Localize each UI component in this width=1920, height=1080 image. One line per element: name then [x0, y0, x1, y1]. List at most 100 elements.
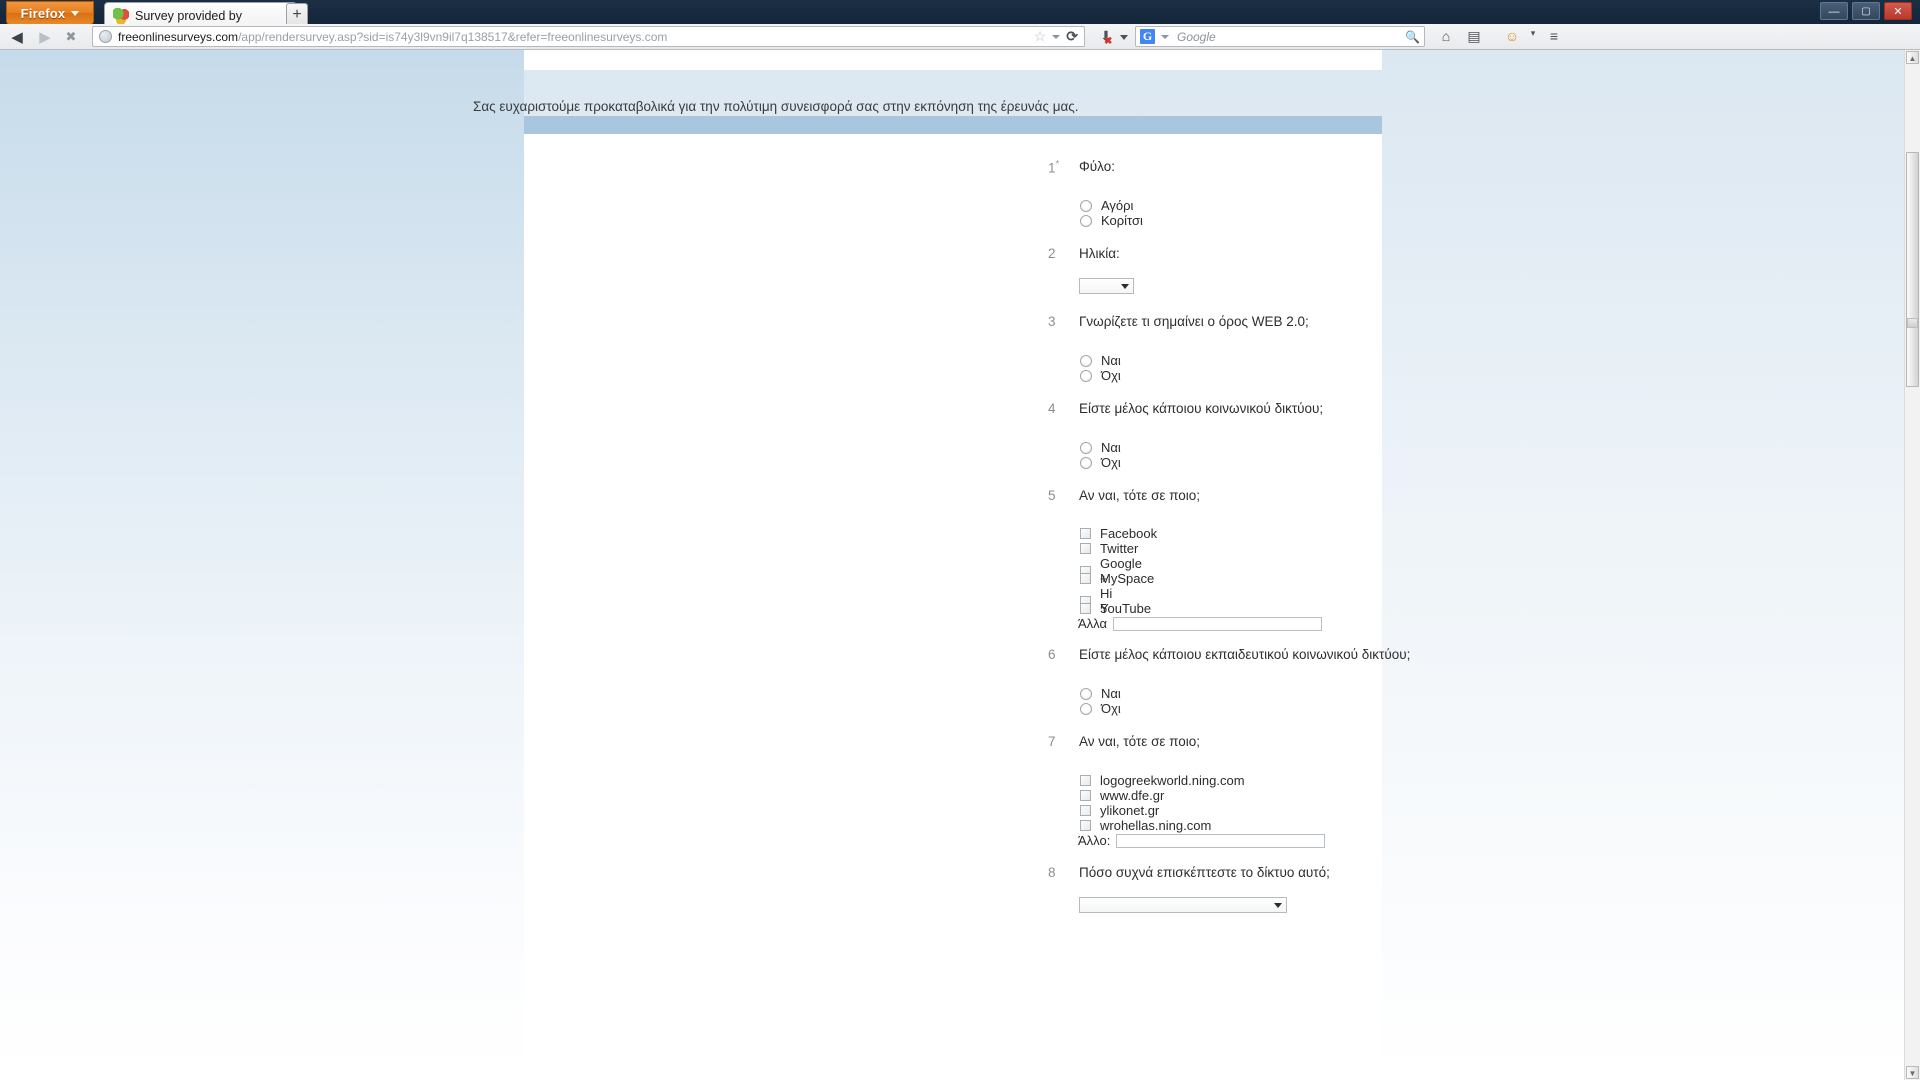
question-number: 8: [1048, 865, 1056, 880]
option-label: Twitter: [1100, 541, 1139, 556]
chevron-down-icon: [1121, 283, 1129, 289]
option-label: Όχι: [1101, 455, 1121, 470]
chevron-down-icon[interactable]: [1161, 34, 1169, 39]
radio-option-ochi[interactable]: Όχι: [1080, 368, 1121, 383]
radio-option-nai[interactable]: Ναι: [1080, 353, 1121, 368]
radio-icon[interactable]: [1080, 354, 1092, 367]
checkbox-option-youtube[interactable]: YouTube: [1080, 601, 1151, 616]
other-row: Άλλα: [1078, 616, 1322, 631]
radio-option-agori[interactable]: Αγόρι: [1080, 198, 1133, 213]
checkbox-icon[interactable]: [1080, 775, 1091, 786]
maximize-button[interactable]: ▢: [1852, 2, 1880, 20]
question-number-value: 1: [1048, 160, 1056, 176]
radio-option-nai[interactable]: Ναι: [1080, 686, 1121, 701]
search-icon[interactable]: 🔍: [1405, 30, 1420, 44]
option-label: Κορίτσι: [1101, 213, 1143, 228]
radio-icon[interactable]: [1080, 199, 1092, 212]
questions-card: 1* Φύλο: Αγόρι Κορίτσι 2 Ηλικία: 3 Γνωρί…: [524, 134, 1410, 1080]
checkbox-option-dfe[interactable]: www.dfe.gr: [1080, 788, 1164, 803]
other-label: Άλλα: [1078, 616, 1107, 631]
panel-icon[interactable]: ▤: [1465, 28, 1483, 46]
tab-title: Survey provided by: [135, 9, 243, 23]
scroll-up-icon[interactable]: ▲: [1906, 51, 1919, 64]
radio-icon[interactable]: [1080, 456, 1092, 469]
checkbox-option-ylikonet[interactable]: ylikonet.gr: [1080, 803, 1159, 818]
option-label: Ναι: [1101, 353, 1121, 368]
scroll-down-icon[interactable]: ▼: [1906, 1066, 1919, 1079]
close-button[interactable]: ✕: [1884, 2, 1912, 20]
option-label: Ναι: [1101, 686, 1121, 701]
question-text: Είστε μέλος κάποιου κοινωνικού δικτύου;: [1079, 401, 1324, 416]
radio-option-ochi[interactable]: Όχι: [1080, 455, 1121, 470]
minimize-button[interactable]: —: [1820, 2, 1848, 20]
option-label: Αγόρι: [1101, 198, 1134, 213]
checkbox-option-twitter[interactable]: Twitter: [1080, 541, 1138, 556]
option-label: www.dfe.gr: [1100, 788, 1165, 803]
checkbox-icon[interactable]: [1080, 805, 1091, 816]
other-text-input[interactable]: [1116, 833, 1326, 848]
question-text: Αν ναι, τότε σε ποιο;: [1079, 488, 1201, 503]
overflow-menu-icon[interactable]: ≡: [1545, 28, 1563, 46]
search-placeholder: Google: [1177, 29, 1216, 44]
chevron-down-icon[interactable]: ▾: [1524, 28, 1542, 46]
question-text: Είστε μέλος κάποιου εκπαιδευτικού κοινων…: [1079, 647, 1411, 662]
download-error-icon: ✖: [1104, 36, 1113, 47]
address-bar-url: freeonlinesurveys.com/app/rendersurvey.a…: [118, 30, 667, 44]
url-path: /app/rendersurvey.asp?sid=is74y3l9vn9il7…: [238, 29, 668, 44]
scrollbar-thumb[interactable]: [1906, 152, 1919, 387]
radio-icon[interactable]: [1080, 441, 1092, 454]
question-number: 5: [1048, 488, 1056, 503]
radio-icon[interactable]: [1080, 687, 1092, 700]
radio-option-nai[interactable]: Ναι: [1080, 440, 1121, 455]
question-number: 7: [1048, 734, 1056, 749]
question-text: Αν ναι, τότε σε ποιο;: [1079, 734, 1201, 749]
search-bar[interactable]: G Google 🔍: [1135, 26, 1425, 47]
back-icon[interactable]: ◀: [8, 28, 26, 46]
option-label: Όχι: [1101, 701, 1121, 716]
firefox-menu-button[interactable]: Firefox: [6, 1, 94, 25]
checkbox-icon[interactable]: [1080, 573, 1091, 584]
checkbox-option-wrohellas[interactable]: wrohellas.ning.com: [1080, 818, 1211, 833]
checkbox-icon[interactable]: [1080, 528, 1091, 539]
favicon-icon: [113, 8, 129, 24]
checkbox-option-myspace[interactable]: MySpace: [1080, 571, 1154, 586]
section-divider: [524, 116, 1382, 134]
page-viewport: Σας ευχαριστούμε προκαταβολικά για την π…: [0, 50, 1920, 1080]
reload-icon[interactable]: ⟳: [1066, 28, 1078, 45]
forward-icon[interactable]: ▶: [36, 28, 54, 46]
checkbox-option-facebook[interactable]: Facebook: [1080, 526, 1157, 541]
intro-panel: [524, 50, 1382, 70]
radio-option-ochi[interactable]: Όχι: [1080, 701, 1121, 716]
radio-option-koritsi[interactable]: Κορίτσι: [1080, 213, 1143, 228]
question-text: Φύλο:: [1079, 159, 1115, 174]
radio-icon[interactable]: [1080, 702, 1092, 715]
frequency-select[interactable]: [1079, 897, 1287, 913]
page-background: [0, 50, 524, 1080]
checkbox-icon[interactable]: [1080, 820, 1091, 831]
google-icon[interactable]: G: [1140, 29, 1155, 44]
radio-icon[interactable]: [1080, 214, 1092, 227]
option-label: Ναι: [1101, 440, 1121, 455]
smiley-icon[interactable]: ☺: [1503, 28, 1521, 46]
other-text-input[interactable]: [1113, 616, 1322, 631]
radio-icon[interactable]: [1080, 369, 1092, 382]
checkbox-icon[interactable]: [1080, 543, 1091, 554]
home-icon[interactable]: ⌂: [1437, 28, 1455, 46]
address-bar[interactable]: freeonlinesurveys.com/app/rendersurvey.a…: [92, 26, 1085, 47]
firefox-window: Firefox Survey provided by + — ▢ ✕ ◀ ▶ ✖…: [0, 0, 1920, 1080]
vertical-scrollbar[interactable]: ▲ ▼: [1904, 50, 1920, 1080]
chevron-down-icon[interactable]: [1052, 34, 1061, 39]
firefox-menu-label: Firefox: [20, 5, 66, 21]
option-label: logogreekworld.ning.com: [1100, 773, 1245, 788]
checkbox-icon[interactable]: [1080, 603, 1091, 614]
stop-icon[interactable]: ✖: [62, 28, 80, 46]
question-number: 2: [1048, 246, 1056, 261]
question-number: 3: [1048, 314, 1056, 329]
age-select[interactable]: [1079, 278, 1134, 294]
bookmark-star-icon[interactable]: ☆: [1034, 28, 1047, 45]
checkbox-icon[interactable]: [1080, 790, 1091, 801]
checkbox-option-logogreekworld[interactable]: logogreekworld.ning.com: [1080, 773, 1245, 788]
question-text: Πόσο συχνά επισκέπτεστε το δίκτυο αυτό;: [1079, 865, 1330, 880]
option-label: Facebook: [1100, 526, 1158, 541]
chevron-down-icon[interactable]: [1120, 35, 1128, 40]
